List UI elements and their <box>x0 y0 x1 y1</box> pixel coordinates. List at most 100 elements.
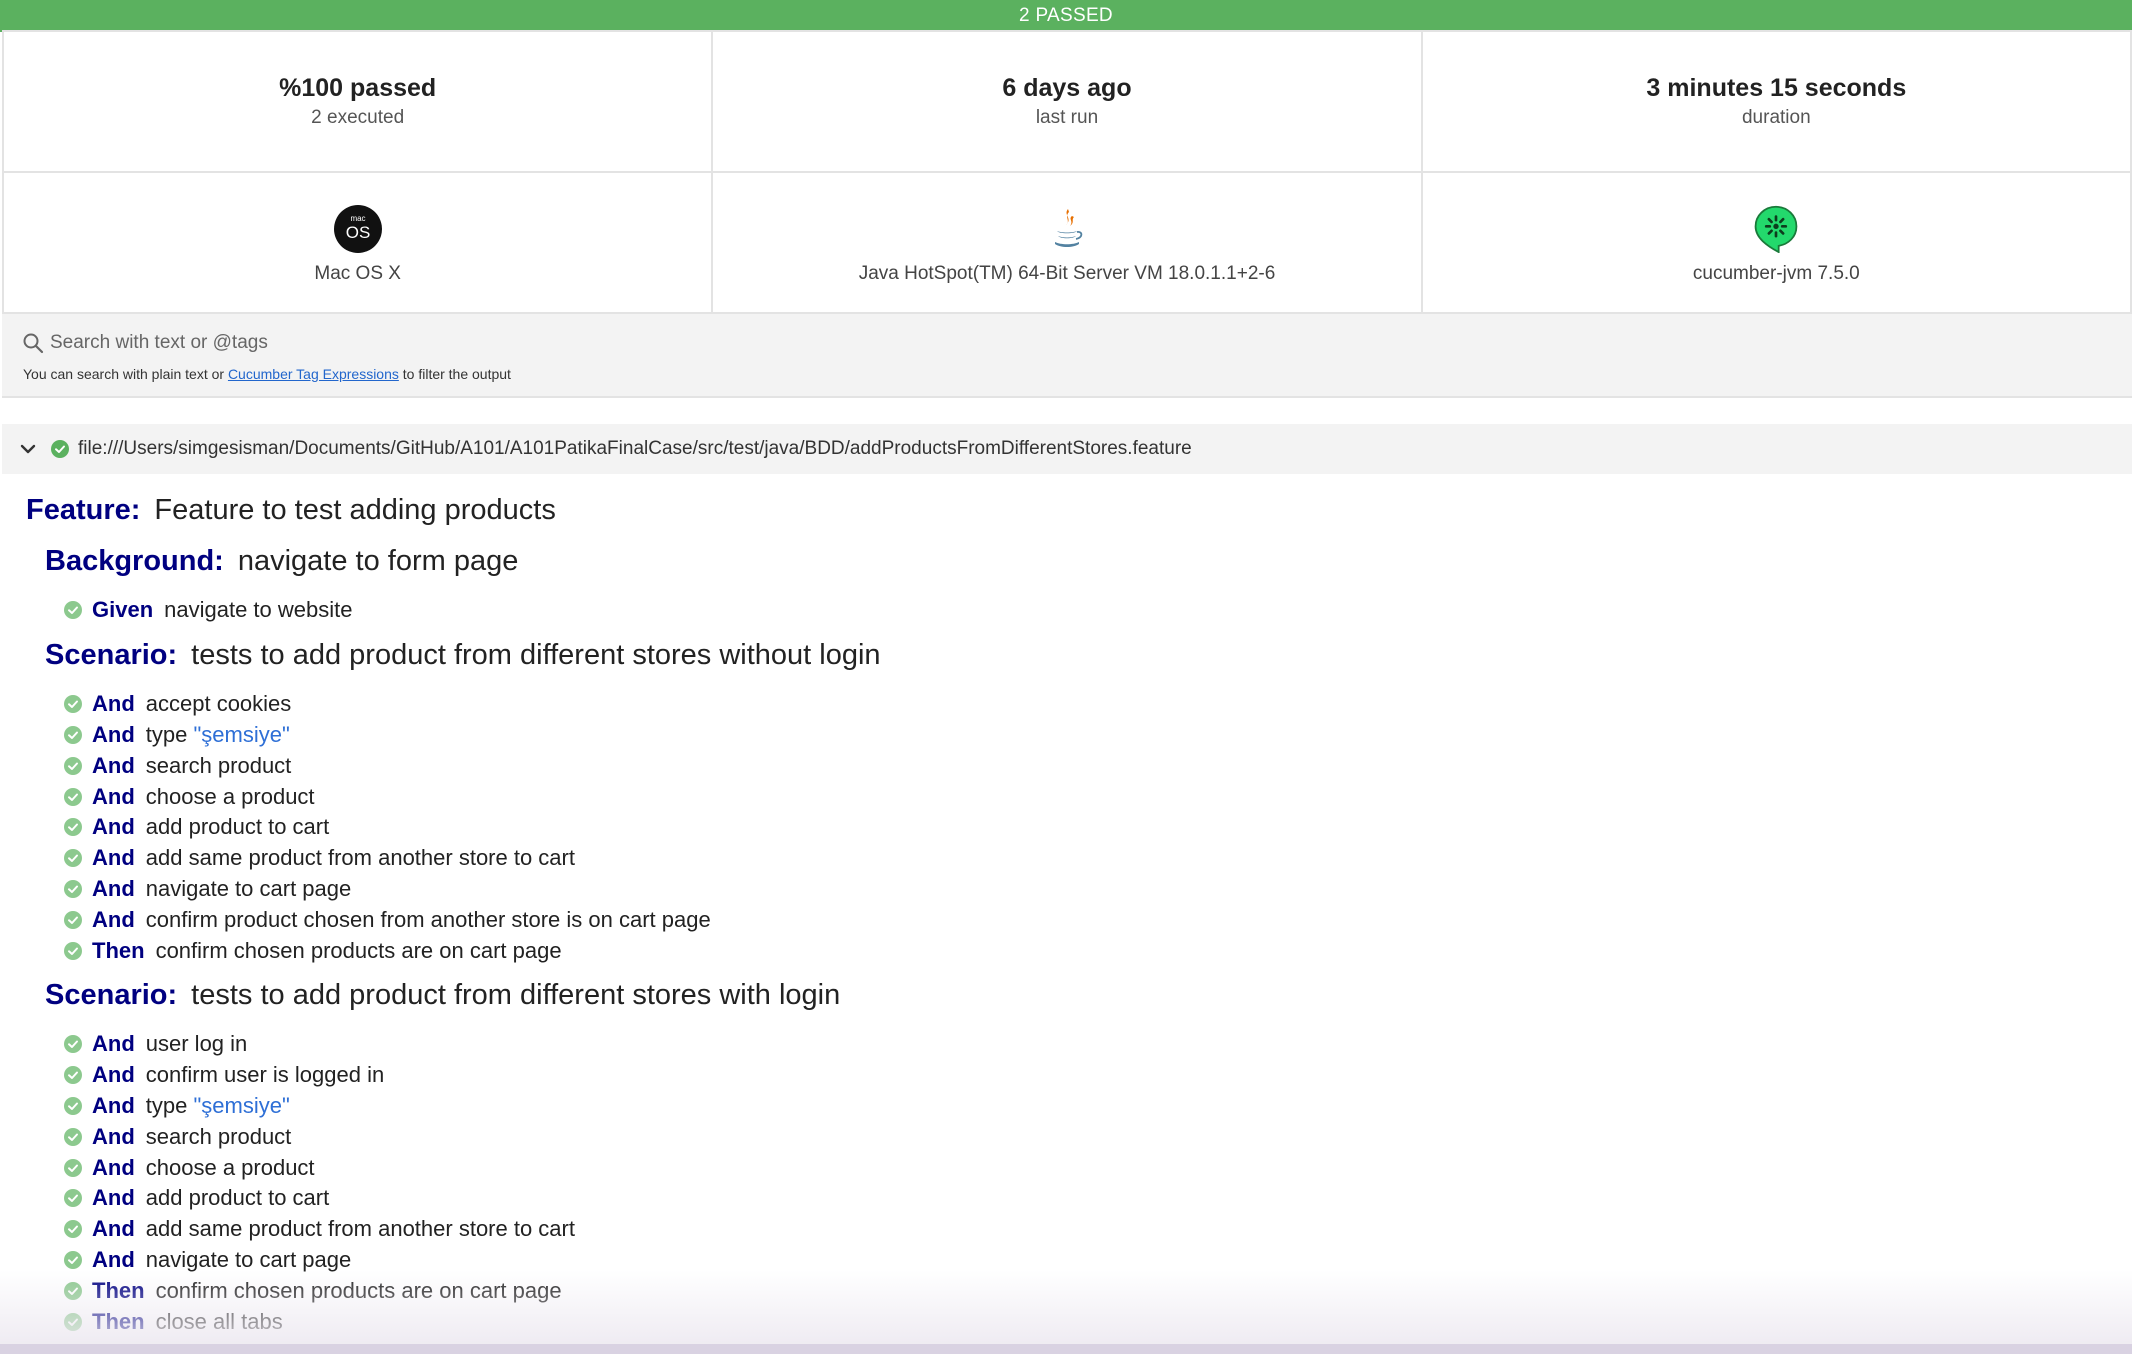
check-circle-icon <box>64 1189 82 1208</box>
background-keyword: Background: <box>45 545 224 577</box>
search-help-suffix: to filter the output <box>398 366 511 382</box>
macos-icon-small-text: mac <box>350 214 365 223</box>
stat-value: 3 minutes 15 seconds <box>1646 74 1907 102</box>
step-keyword: Then <box>92 937 145 963</box>
check-circle-icon <box>64 1096 82 1115</box>
check-circle-icon <box>64 1158 82 1177</box>
step-text: user log in <box>145 1031 248 1057</box>
environment-grid: mac OS Mac OS X Java HotSpot(TM) 64-Bit … <box>0 171 2132 314</box>
search-help-text: You can search with plain text or Cucumb… <box>23 366 511 382</box>
status-banner: 2 PASSED <box>0 0 2132 32</box>
step-row: And confirm user is logged in <box>64 1060 2132 1091</box>
step-row: And add same product from another store t… <box>64 1214 2132 1245</box>
step-parameter: "şemsiye" <box>193 721 290 747</box>
background-steps: Given navigate to website <box>26 595 2132 626</box>
env-cucumber-label: cucumber-jvm 7.5.0 <box>1692 263 1860 284</box>
env-os: mac OS Mac OS X <box>2 171 714 314</box>
stat-caption: last run <box>1035 107 1099 128</box>
step-text: choose a product <box>145 783 315 809</box>
step-keyword: And <box>92 1216 135 1242</box>
step-keyword: And <box>92 814 135 840</box>
check-circle-icon <box>64 941 82 960</box>
step-text: confirm chosen products are on cart page <box>155 937 562 963</box>
java-icon <box>1054 209 1083 247</box>
step-text: confirm product chosen from another stor… <box>145 906 711 932</box>
tag-expressions-link[interactable]: Cucumber Tag Expressions <box>228 366 399 382</box>
stat-passed: %100 passed 2 executed <box>2 30 714 173</box>
step-text: navigate to cart page <box>145 875 352 901</box>
step-keyword: And <box>92 1031 135 1057</box>
check-circle-icon <box>64 787 82 806</box>
search-input[interactable] <box>50 326 1050 360</box>
check-circle-icon <box>64 1127 82 1146</box>
chevron-down-icon[interactable] <box>19 440 37 458</box>
step-text: navigate to cart page <box>145 1246 352 1272</box>
step-text: confirm user is logged in <box>145 1062 385 1088</box>
env-jvm-label: Java HotSpot(TM) 64-Bit Server VM 18.0.1… <box>858 263 1276 284</box>
step-keyword: And <box>92 845 135 871</box>
stat-value: 6 days ago <box>1002 74 1132 102</box>
step-keyword: Then <box>92 1277 145 1303</box>
step-text: add product to cart <box>145 814 330 840</box>
step-keyword: Then <box>92 1308 145 1334</box>
step-keyword: And <box>92 783 135 809</box>
macos-icon: mac OS <box>333 205 382 253</box>
feature-file-header[interactable]: file:///Users/simgesisman/Documents/GitH… <box>2 424 2132 474</box>
search-icon <box>23 333 44 354</box>
step-text: add same product from another store to c… <box>145 845 575 871</box>
check-circle-icon <box>64 1312 82 1331</box>
step-row: Given navigate to website <box>64 595 2132 626</box>
step-keyword: And <box>92 1246 135 1272</box>
stat-caption: duration <box>1741 107 1811 128</box>
check-circle-icon <box>64 1281 82 1300</box>
scenario-keyword: Scenario: <box>45 638 178 671</box>
feature-file-path: file:///Users/simgesisman/Documents/GitH… <box>78 438 1192 459</box>
step-text: search product <box>145 752 292 778</box>
check-circle-icon <box>64 818 82 837</box>
check-circle-icon <box>51 440 69 458</box>
check-circle-icon <box>64 756 82 775</box>
check-circle-icon <box>64 725 82 744</box>
step-text: choose a product <box>145 1154 315 1180</box>
step-row: And confirm product chosen from another s… <box>64 904 2132 935</box>
env-cucumber: cucumber-jvm 7.5.0 <box>1420 171 2132 314</box>
step-text: type <box>145 1092 194 1118</box>
step-keyword: And <box>92 1092 135 1118</box>
step-text: close all tabs <box>155 1308 283 1334</box>
step-text: accept cookies <box>145 691 292 717</box>
scenario-name: tests to add product from different stor… <box>191 638 881 671</box>
check-circle-icon <box>64 1035 82 1054</box>
check-circle-icon <box>64 1066 82 1085</box>
step-text: type <box>145 721 194 747</box>
step-row: And accept cookies <box>64 689 2132 720</box>
check-circle-icon <box>64 910 82 929</box>
scenario-steps: And accept cookies And type "şemsiye" And sea… <box>26 689 2132 966</box>
step-row: And type "şemsiye" <box>64 1091 2132 1122</box>
search-panel: You can search with plain text or Cucumb… <box>2 312 2132 398</box>
step-row: And add product to cart <box>64 812 2132 843</box>
step-keyword: And <box>92 721 135 747</box>
step-keyword: And <box>92 752 135 778</box>
step-row: And add same product from another store t… <box>64 843 2132 874</box>
check-circle-icon <box>64 849 82 868</box>
step-text: navigate to website <box>164 597 353 623</box>
stat-caption: 2 executed <box>311 107 405 128</box>
feature-keyword: Feature: <box>26 494 141 526</box>
scenario-title: Scenario: tests to add product from diffe… <box>45 639 2132 679</box>
background-title: Background: navigate to form page <box>45 545 2132 585</box>
check-circle-icon <box>64 879 82 898</box>
step-row: And navigate to cart page <box>64 874 2132 905</box>
env-jvm: Java HotSpot(TM) 64-Bit Server VM 18.0.1… <box>711 171 1423 314</box>
scenario-keyword: Scenario: <box>45 978 178 1011</box>
search-help-prefix: You can search with plain text or <box>23 366 228 382</box>
step-row: And choose a product <box>64 781 2132 812</box>
check-circle-icon <box>64 1250 82 1269</box>
stat-last-run: 6 days ago last run <box>711 30 1423 173</box>
cucumber-icon <box>1754 205 1798 253</box>
macos-icon-big-text: OS <box>345 223 370 242</box>
step-row: And search product <box>64 1121 2132 1152</box>
feature-name: Feature to test adding products <box>154 494 556 526</box>
step-keyword: And <box>92 1154 135 1180</box>
stats-grid: %100 passed 2 executed 6 days ago last r… <box>0 30 2132 173</box>
step-row: And choose a product <box>64 1152 2132 1183</box>
